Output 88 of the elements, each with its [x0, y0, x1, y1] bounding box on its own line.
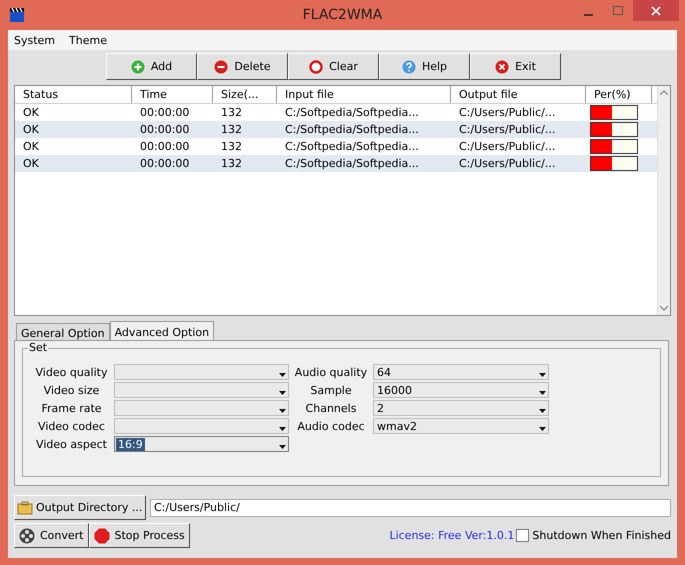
toolbar-button[interactable]: Help — [379, 53, 470, 80]
dropdown[interactable]: wmav2 — [373, 418, 549, 434]
progress-bar — [590, 122, 638, 137]
field-label: Video codec — [37, 420, 106, 432]
app-icon — [9, 7, 25, 23]
table-cell-text: 132 — [220, 106, 243, 119]
column-header[interactable]: Input file — [277, 86, 451, 103]
dropdown[interactable] — [114, 382, 289, 398]
table-cell-text: 132 — [220, 157, 243, 170]
dropdown-arrow-icon — [278, 391, 286, 395]
field-label: Audio quality — [294, 366, 368, 378]
table-cell-text: OK — [22, 157, 40, 170]
menu-item[interactable]: Theme — [69, 34, 107, 46]
toolbar-button[interactable]: Delete — [197, 53, 288, 80]
progress-bar — [590, 105, 638, 120]
progress-bar — [590, 139, 638, 154]
field-label: Sample — [309, 384, 353, 396]
dropdown[interactable]: 64 — [373, 364, 549, 380]
toolbar-button[interactable]: Add — [106, 53, 197, 80]
field-label: Channels — [304, 402, 358, 414]
field-label: Audio codec — [296, 420, 366, 432]
table-cell-text: C:/Users/Public/... — [458, 123, 556, 136]
film-reel-icon — [19, 528, 35, 544]
toolbar-button[interactable]: Exit — [470, 53, 561, 80]
dropdown-arrow-icon — [278, 445, 286, 449]
column-header[interactable]: Per(%) — [586, 86, 652, 103]
shutdown-checkbox[interactable]: Shutdown When Finished — [516, 529, 671, 542]
field-label: Frame rate — [40, 402, 103, 414]
dropdown-arrow-icon — [538, 427, 546, 431]
menu-item[interactable]: System — [14, 34, 56, 46]
stop-icon — [94, 528, 110, 544]
dropdown-arrow-icon — [278, 427, 286, 431]
table-cell-text: C:/Softpedia/Softpedia... — [284, 157, 420, 170]
column-header[interactable]: Output file — [451, 86, 586, 103]
table-cell-text: C:/Softpedia/Softpedia... — [284, 140, 420, 153]
table-cell-text: C:/Users/Public/... — [458, 157, 556, 170]
minimize-icon — [584, 14, 592, 16]
dropdown[interactable]: 2 — [373, 400, 549, 416]
table-cell-text: C:/Softpedia/Softpedia... — [284, 123, 420, 136]
field-label: Video size — [42, 384, 100, 396]
close-icon — [651, 6, 661, 16]
scroll-up-icon — [660, 90, 668, 95]
dropdown-arrow-icon — [538, 391, 546, 395]
table-cell-text: 00:00:00 — [139, 123, 190, 136]
scrollbar[interactable] — [657, 86, 670, 315]
dropdown[interactable] — [114, 400, 289, 416]
close-icon — [495, 60, 510, 74]
dropdown-arrow-icon — [538, 373, 546, 377]
dropdown-arrow-icon — [538, 409, 546, 413]
dropdown[interactable] — [114, 364, 289, 380]
stop-process-button[interactable]: Stop Process — [88, 523, 190, 548]
table-cell-text: 132 — [220, 123, 243, 136]
ring-icon — [309, 60, 324, 74]
window-title: FLAC2WMA — [302, 7, 384, 23]
license-text: License: Free Ver:1.0.1 — [389, 529, 514, 542]
table-cell-text: C:/Users/Public/... — [458, 106, 556, 119]
minus-icon — [214, 60, 228, 74]
table-cell-text: OK — [22, 140, 40, 153]
plus-icon — [130, 60, 145, 74]
progress-bar — [590, 156, 638, 171]
close-button[interactable] — [633, 0, 679, 21]
convert-button[interactable]: Convert — [14, 523, 88, 548]
dropdown[interactable]: 16000 — [373, 382, 549, 398]
dropdown-arrow-icon — [278, 373, 286, 377]
table-cell-text: 00:00:00 — [139, 106, 190, 119]
table-cell-text: OK — [22, 106, 40, 119]
folder-icon — [17, 500, 33, 514]
table-cell-text: 00:00:00 — [139, 157, 190, 170]
table-cell-text: OK — [22, 123, 40, 136]
group-title: Set — [28, 341, 48, 354]
field-label: Video aspect — [35, 438, 108, 450]
table-cell-text: C:/Users/Public/... — [458, 140, 556, 153]
column-header[interactable]: Size(... — [213, 86, 277, 103]
dropdown-arrow-icon — [278, 409, 286, 413]
column-header[interactable]: Time — [132, 86, 213, 103]
output-directory-button[interactable]: Output Directory ... — [14, 495, 146, 520]
table-cell-text: 00:00:00 — [139, 140, 190, 153]
dropdown[interactable]: 16:9 — [114, 436, 289, 452]
help-icon — [402, 60, 416, 74]
column-header[interactable]: Status — [15, 86, 132, 103]
output-directory-field[interactable]: C:/Users/Public/ — [150, 498, 671, 516]
field-label: Video quality — [34, 366, 108, 378]
table-cell-text: C:/Softpedia/Softpedia... — [284, 106, 420, 119]
scroll-down-icon — [660, 306, 668, 311]
maximize-icon — [613, 6, 623, 16]
dropdown[interactable] — [114, 418, 289, 434]
toolbar-button[interactable]: Clear — [288, 53, 379, 80]
table-cell-text: 132 — [220, 140, 243, 153]
